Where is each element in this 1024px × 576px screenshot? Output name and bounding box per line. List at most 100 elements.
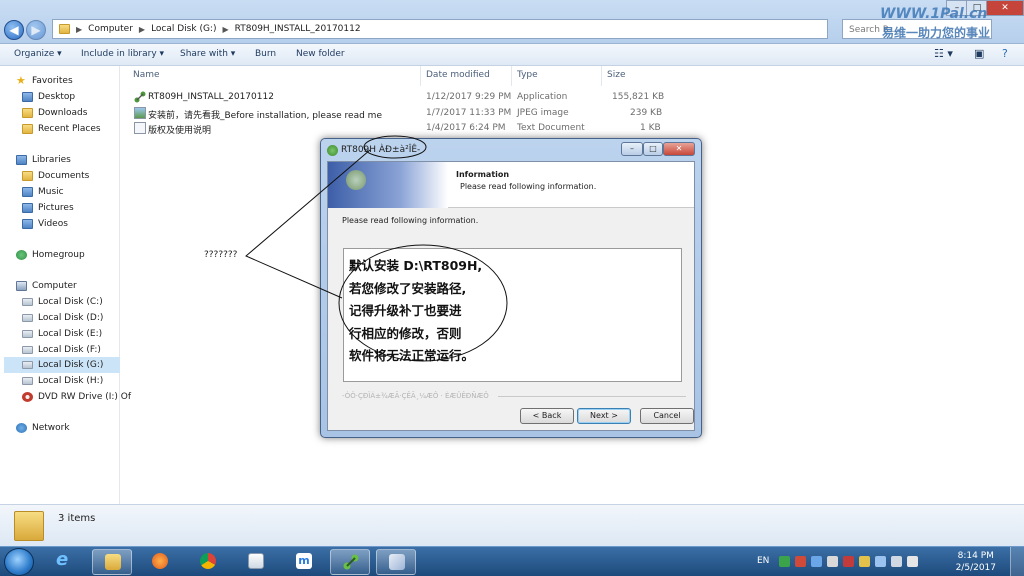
nav-libraries[interactable]: Libraries xyxy=(16,153,71,167)
file-row[interactable]: 安装前，请先看我_Before installation, please rea… xyxy=(130,106,662,121)
column-header-size[interactable]: Size xyxy=(607,70,625,80)
computer-icon xyxy=(16,281,27,291)
tray-app-icon[interactable] xyxy=(811,556,822,567)
taskbar-ie[interactable]: e xyxy=(44,549,84,575)
action-center-icon[interactable] xyxy=(875,556,886,567)
header-subtitle: Please read following information. xyxy=(460,182,597,191)
file-date: 1/4/2017 6:24 PM xyxy=(426,123,506,133)
nav-homegroup[interactable]: Homegroup xyxy=(16,248,85,262)
drive-icon xyxy=(22,346,33,354)
nav-downloads[interactable]: Downloads xyxy=(22,106,87,120)
nav-documents[interactable]: Documents xyxy=(22,169,89,183)
help-icon[interactable]: ? xyxy=(1002,47,1008,60)
nav-favorites[interactable]: ★ Favorites xyxy=(16,74,73,88)
nav-computer[interactable]: Computer xyxy=(16,279,77,293)
file-type: Text Document xyxy=(517,123,585,133)
item-count: 3 items xyxy=(58,513,96,524)
tray-app-icon[interactable] xyxy=(859,556,870,567)
recent-places-icon xyxy=(22,124,33,134)
file-size: 1 KB xyxy=(640,123,661,133)
show-desktop-button[interactable] xyxy=(1010,547,1024,576)
watermark-logo: WWW.1Pal.cn xyxy=(880,6,988,22)
include-in-library-button[interactable]: Include in library ▾ xyxy=(81,49,164,59)
taskbar-notepad[interactable] xyxy=(236,549,276,575)
nav-desktop[interactable]: Desktop xyxy=(22,90,75,104)
taskbar-rt809h-installer[interactable] xyxy=(330,549,370,575)
information-textbox[interactable]: 默认安装 D:\RT809H, 若您修改了安装路径, 记得升级补丁也要进 行相应… xyxy=(343,248,682,382)
chevron-right-icon: ▶ xyxy=(138,24,146,34)
libraries-icon xyxy=(16,155,27,165)
nav-local-disk-d[interactable]: Local Disk (D:) xyxy=(22,311,103,325)
volume-icon[interactable] xyxy=(907,556,918,567)
address-bar[interactable]: ▶ Computer ▶ Local Disk (G:) ▶ RT809H_IN… xyxy=(52,19,828,39)
nav-dvd-drive[interactable]: DVD RW Drive (I:) Of xyxy=(22,390,131,404)
burn-button[interactable]: Burn xyxy=(255,49,276,59)
nav-local-disk-f[interactable]: Local Disk (F:) xyxy=(22,343,101,357)
clock[interactable]: 8:14 PM 2/5/2017 xyxy=(956,550,996,574)
cancel-button[interactable]: Cancel xyxy=(640,408,694,424)
footer-divider xyxy=(498,396,686,397)
dialog-maximize-button[interactable]: □ xyxy=(643,142,663,156)
back-button[interactable]: < Back xyxy=(520,408,574,424)
column-header-type[interactable]: Type xyxy=(517,70,538,80)
chrome-icon xyxy=(200,553,216,569)
column-divider xyxy=(601,66,602,86)
taskbar-media-player[interactable] xyxy=(140,549,180,575)
view-options-icon[interactable]: ☷ ▾ xyxy=(934,47,953,60)
start-button[interactable] xyxy=(4,548,34,576)
banner-logo-icon xyxy=(346,170,366,190)
paint-icon xyxy=(389,554,405,570)
taskbar-explorer[interactable] xyxy=(92,549,132,575)
language-indicator[interactable]: EN xyxy=(757,556,769,566)
downloads-icon xyxy=(22,108,33,118)
tray-app-icon[interactable] xyxy=(795,556,806,567)
tray-app-icon[interactable] xyxy=(827,556,838,567)
network-status-icon[interactable] xyxy=(891,556,902,567)
note-line: 默认安装 D:\RT809H, xyxy=(349,258,483,273)
nav-videos[interactable]: Videos xyxy=(22,217,68,231)
dialog-close-button[interactable]: ✕ xyxy=(663,142,695,156)
forward-arrow-icon[interactable]: ▶ xyxy=(26,20,46,40)
nav-local-disk-g[interactable]: Local Disk (G:) xyxy=(4,357,120,373)
taskbar-mbox[interactable]: m xyxy=(284,549,324,575)
taskbar: e m EN 8:14 PM 2/5/2017 xyxy=(0,546,1024,576)
nav-local-disk-c[interactable]: Local Disk (C:) xyxy=(22,295,103,309)
column-header-name[interactable]: Name xyxy=(133,70,160,80)
folder-icon xyxy=(59,24,70,34)
new-folder-button[interactable]: New folder xyxy=(296,49,345,59)
close-button[interactable]: ✕ xyxy=(986,0,1024,16)
file-row[interactable]: 版权及使用说明 1/4/2017 6:24 PM Text Document 1… xyxy=(130,121,661,136)
preview-pane-icon[interactable]: ▣ xyxy=(974,47,984,60)
tray-app-icon[interactable] xyxy=(843,556,854,567)
nav-local-disk-h[interactable]: Local Disk (H:) xyxy=(22,374,103,388)
taskbar-paint[interactable] xyxy=(376,549,416,575)
installer-icon xyxy=(327,145,338,156)
dialog-header: Information Please read following inform… xyxy=(328,162,694,208)
nav-local-disk-e[interactable]: Local Disk (E:) xyxy=(22,327,102,341)
application-icon xyxy=(134,91,146,103)
taskbar-chrome[interactable] xyxy=(188,549,228,575)
installer-dialog: RT809H ÀÐ±à²ÎÊ- – □ ✕ Information Please… xyxy=(320,138,702,438)
organize-button[interactable]: Organize ▾ xyxy=(14,49,62,59)
nav-music[interactable]: Music xyxy=(22,185,64,199)
tray-app-icon[interactable] xyxy=(779,556,790,567)
nav-pictures[interactable]: Pictures xyxy=(22,201,74,215)
file-row[interactable]: RT809H_INSTALL_20170112 1/12/2017 9:29 P… xyxy=(130,90,664,105)
chevron-right-icon: ▶ xyxy=(222,24,229,34)
notepad-icon xyxy=(248,553,264,569)
next-button[interactable]: Next > xyxy=(577,408,631,424)
breadcrumb-local-disk-g[interactable]: Local Disk (G:) xyxy=(151,24,216,34)
breadcrumb-rt809h-folder[interactable]: RT809H_INSTALL_20170112 xyxy=(235,24,361,34)
column-divider xyxy=(420,66,421,86)
homegroup-icon xyxy=(16,250,27,260)
back-arrow-icon[interactable]: ◀ xyxy=(4,20,24,40)
watermark-slogan: 易维一助力您的事业 xyxy=(882,26,991,40)
file-name: 安装前，请先看我_Before installation, please rea… xyxy=(148,111,382,121)
column-header-date[interactable]: Date modified xyxy=(426,70,490,80)
nav-recent-places[interactable]: Recent Places xyxy=(22,122,101,136)
note-line: 行相应的修改，否则 xyxy=(349,325,462,341)
share-with-button[interactable]: Share with ▾ xyxy=(180,49,235,59)
nav-network[interactable]: Network xyxy=(16,421,70,435)
breadcrumb-computer[interactable]: Computer xyxy=(88,24,133,34)
dialog-minimize-button[interactable]: – xyxy=(621,142,643,156)
